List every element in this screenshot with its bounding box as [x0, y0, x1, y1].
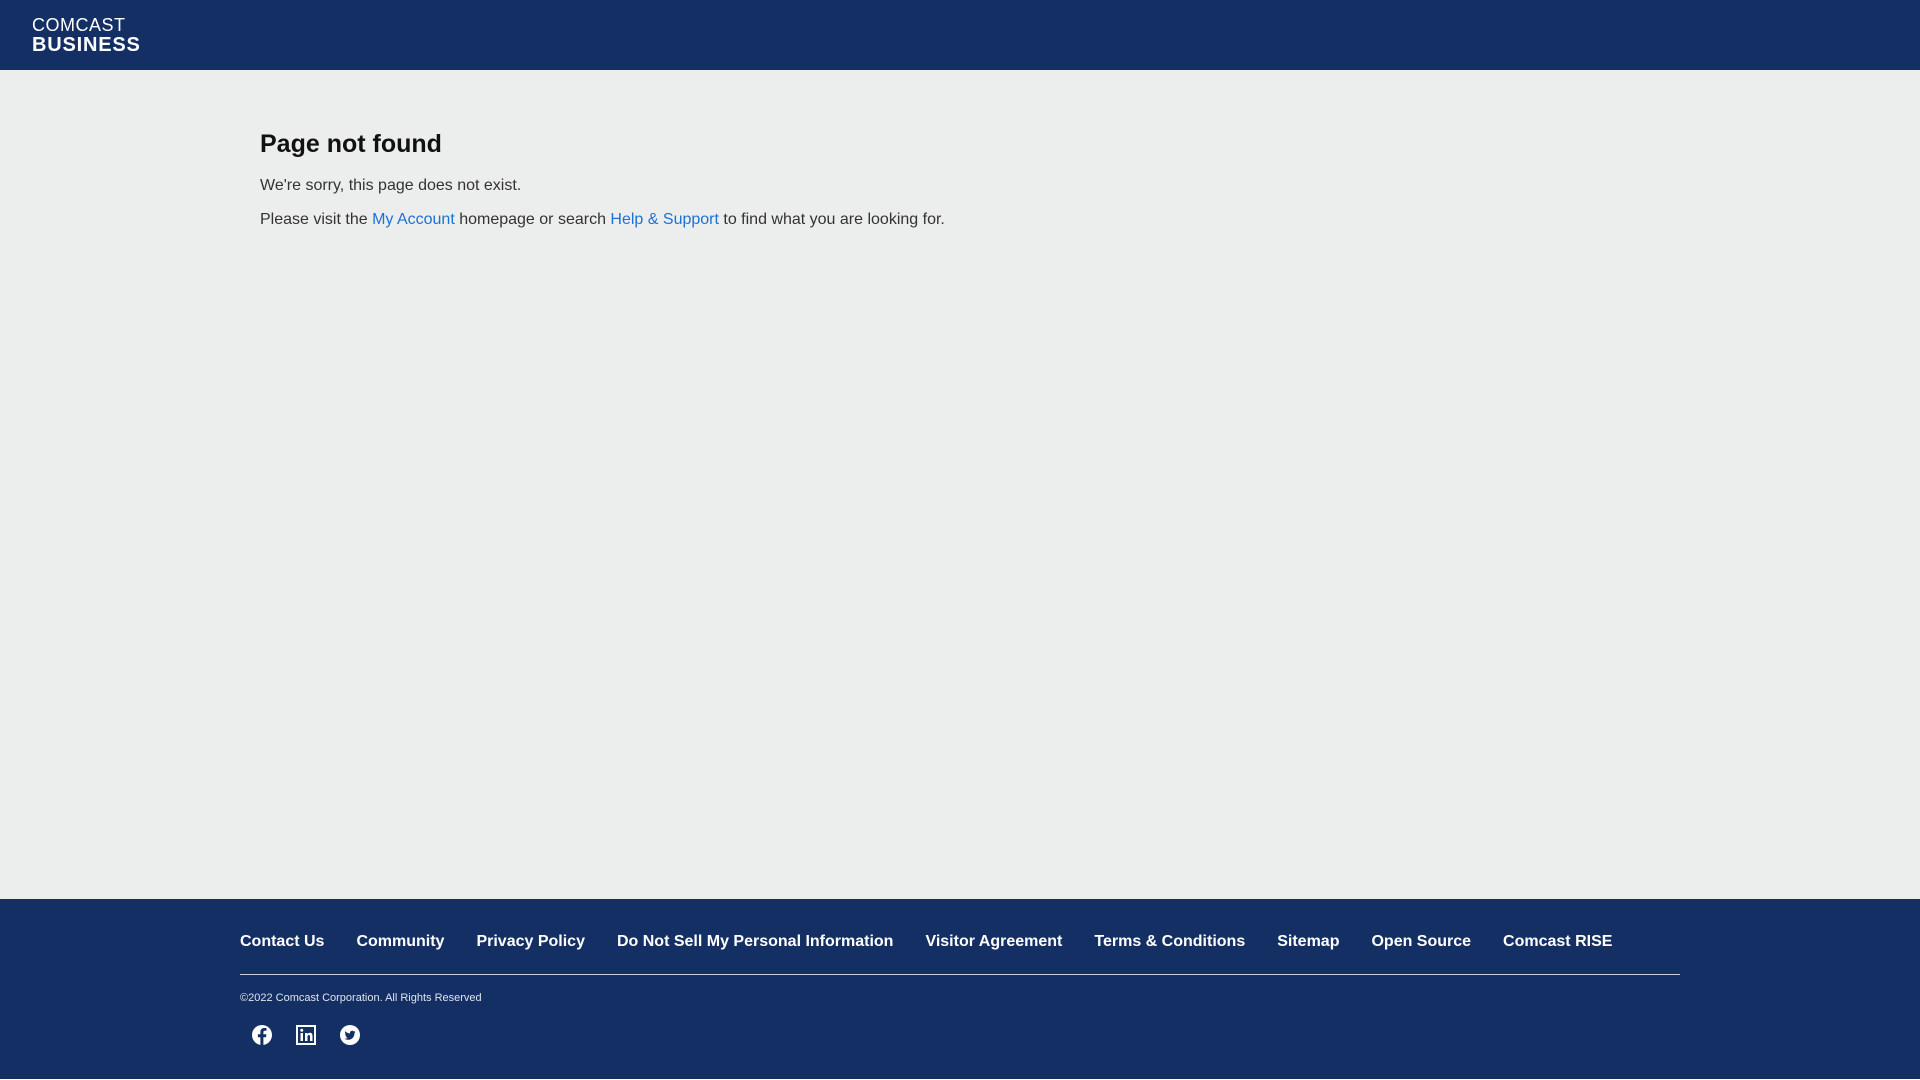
- footer-link-visitor-agreement[interactable]: Visitor Agreement: [925, 933, 1062, 951]
- error-content: Page not found We're sorry, this page do…: [260, 128, 945, 230]
- help-text-prefix: Please visit the: [260, 211, 373, 228]
- error-message: We're sorry, this page does not exist.: [260, 177, 522, 194]
- footer-link-terms-conditions[interactable]: Terms & Conditions: [1094, 933, 1245, 951]
- help-text-middle: homepage or search: [454, 211, 611, 228]
- social-links: [250, 1023, 1680, 1047]
- logo-text-top: COMCAST: [32, 15, 126, 35]
- footer-link-comcast-rise[interactable]: Comcast RISE: [1503, 933, 1612, 951]
- footer-link-community[interactable]: Community: [356, 933, 444, 951]
- help-text-suffix: to find what you are looking for.: [718, 211, 945, 228]
- footer-link-sitemap[interactable]: Sitemap: [1277, 933, 1339, 951]
- footer-link-open-source[interactable]: Open Source: [1371, 933, 1471, 951]
- linkedin-icon[interactable]: [294, 1023, 318, 1047]
- site-header: COMCAST BUSINESS: [0, 0, 1920, 70]
- footer-link-do-not-sell[interactable]: Do Not Sell My Personal Information: [617, 933, 893, 951]
- comcast-business-logo[interactable]: COMCAST BUSINESS: [32, 16, 141, 55]
- page-title: Page not found: [260, 130, 442, 158]
- footer-link-contact-us[interactable]: Contact Us: [240, 933, 324, 951]
- help-message: Please visit the My Account homepage or …: [260, 210, 945, 230]
- my-account-link[interactable]: My Account: [372, 211, 455, 228]
- help-support-link[interactable]: Help & Support: [610, 211, 719, 228]
- footer-link-privacy-policy[interactable]: Privacy Policy: [476, 933, 585, 951]
- footer-inner: Contact Us Community Privacy Policy Do N…: [240, 899, 1680, 1047]
- facebook-icon[interactable]: [250, 1023, 274, 1047]
- footer-links: Contact Us Community Privacy Policy Do N…: [240, 899, 1680, 975]
- main-content-area: Page not found We're sorry, this page do…: [0, 70, 1920, 899]
- copyright-text: ©2022 Comcast Corporation. All Rights Re…: [240, 992, 482, 1004]
- site-footer: Contact Us Community Privacy Policy Do N…: [0, 899, 1920, 1079]
- twitter-icon[interactable]: [338, 1023, 362, 1047]
- logo-text-bottom: BUSINESS: [32, 34, 141, 56]
